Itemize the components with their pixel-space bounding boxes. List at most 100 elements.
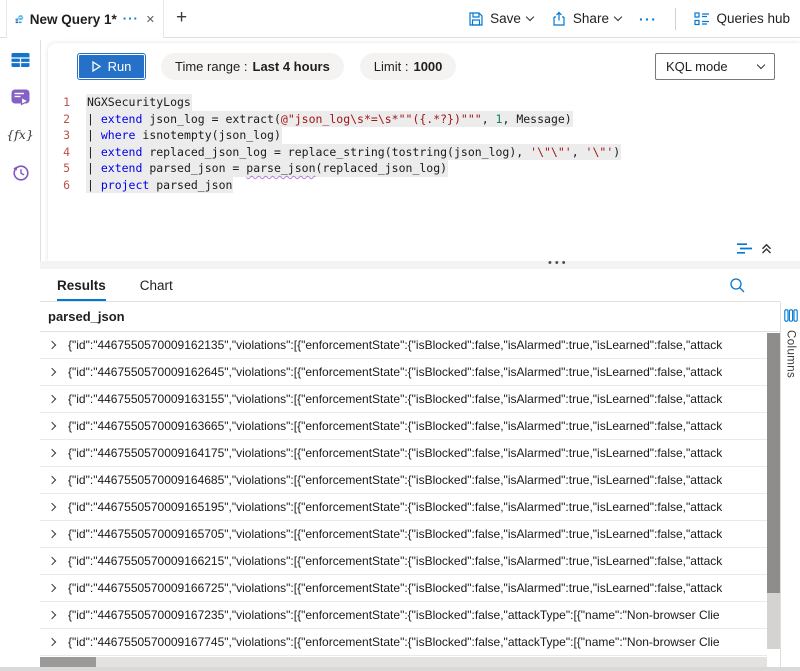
horizontal-scrollbar[interactable] — [40, 657, 767, 667]
tab-title: New Query 1* — [30, 12, 117, 27]
tab-bar: New Query 1* ··· ✕ + Save Share ··· — [0, 0, 800, 38]
horizontal-scrollbar-thumb[interactable] — [40, 657, 96, 667]
pane-splitter[interactable]: ••• — [40, 261, 800, 269]
row-json-text: {"id":"4467550570009165705","violations"… — [68, 527, 767, 541]
table-row[interactable]: {"id":"4467550570009164685","violations"… — [40, 467, 767, 494]
table-row[interactable]: {"id":"4467550570009166215","violations"… — [40, 548, 767, 575]
expand-row-chevron-icon[interactable] — [48, 584, 56, 592]
code-text[interactable]: | where isnotempty(json_log) — [86, 127, 282, 144]
editor-actions — [736, 242, 773, 255]
expand-row-chevron-icon[interactable] — [48, 503, 56, 511]
new-tab-button[interactable]: + — [176, 7, 187, 29]
splitter-grip-icon[interactable]: ••• — [548, 257, 569, 269]
table-row[interactable]: {"id":"4467550570009163665","violations"… — [40, 413, 767, 440]
chevron-down-icon[interactable] — [614, 13, 622, 21]
table-row[interactable]: {"id":"4467550570009162645","violations"… — [40, 359, 767, 386]
chevron-down-icon — [757, 60, 765, 68]
expand-row-chevron-icon[interactable] — [48, 395, 56, 403]
chevron-down-icon[interactable] — [526, 13, 534, 21]
share-button[interactable]: Share — [551, 11, 621, 27]
expand-row-chevron-icon[interactable] — [48, 368, 56, 376]
play-icon — [92, 61, 101, 72]
more-commands-button[interactable]: ··· — [639, 11, 658, 27]
limit-label: Limit : — [374, 59, 409, 74]
row-json-text: {"id":"4467550570009163665","violations"… — [68, 419, 767, 433]
saved-queries-icon[interactable] — [11, 89, 30, 106]
line-number: 3 — [48, 127, 70, 144]
header-divider — [675, 8, 676, 30]
vertical-scrollbar[interactable] — [767, 333, 780, 649]
results-tab-bar: Results Chart — [40, 269, 780, 302]
tab-close-icon[interactable]: ✕ — [146, 13, 155, 26]
code-line[interactable]: 5 | extend parsed_json = parse_json(repla… — [48, 160, 800, 177]
collapse-editor-icon[interactable] — [760, 242, 773, 255]
limit-picker[interactable]: Limit : 1000 — [360, 53, 457, 80]
expand-row-chevron-icon[interactable] — [48, 557, 56, 565]
query-tab[interactable]: New Query 1* ··· ✕ — [6, 0, 164, 38]
row-json-text: {"id":"4467550570009163155","violations"… — [68, 392, 767, 406]
code-line[interactable]: 4 | extend replaced_json_log = replace_st… — [48, 144, 800, 161]
save-button[interactable]: Save — [468, 11, 533, 27]
table-row[interactable]: {"id":"4467550570009163155","violations"… — [40, 386, 767, 413]
expand-row-chevron-icon[interactable] — [48, 422, 56, 430]
expand-row-chevron-icon[interactable] — [48, 530, 56, 538]
expand-row-chevron-icon[interactable] — [48, 638, 56, 646]
code-line[interactable]: 2 | extend json_log = extract(@"json_log\… — [48, 111, 800, 128]
functions-icon[interactable]: {fx} — [6, 127, 34, 142]
row-json-text: {"id":"4467550570009164175","violations"… — [68, 446, 767, 460]
expand-row-chevron-icon[interactable] — [48, 611, 56, 619]
line-number: 6 — [48, 177, 70, 194]
query-history-icon[interactable] — [11, 163, 30, 182]
tables-icon[interactable] — [11, 52, 30, 68]
code-text[interactable]: | extend parsed_json = parse_json(replac… — [86, 160, 448, 177]
table-row[interactable]: {"id":"4467550570009166725","violations"… — [40, 575, 767, 602]
table-row[interactable]: {"id":"4467550570009167235","violations"… — [40, 602, 767, 629]
row-json-text: {"id":"4467550570009165195","violations"… — [68, 500, 767, 514]
queries-hub-icon — [694, 12, 710, 26]
code-text[interactable]: | extend json_log = extract(@"json_log\s… — [86, 111, 573, 128]
code-line[interactable]: 1 NGXSecurityLogs — [48, 94, 800, 111]
expand-row-chevron-icon[interactable] — [48, 449, 56, 457]
line-number: 5 — [48, 160, 70, 177]
row-json-text: {"id":"4467550570009162135","violations"… — [68, 338, 767, 352]
columns-icon — [784, 309, 798, 322]
window-bottom-strip — [0, 667, 800, 671]
time-range-picker[interactable]: Time range : Last 4 hours — [161, 53, 344, 80]
line-number: 4 — [48, 144, 70, 161]
kql-mode-select[interactable]: KQL mode — [655, 53, 775, 80]
query-editor[interactable]: 1 NGXSecurityLogs 2 | extend json_log = ext… — [48, 94, 800, 193]
table-row[interactable]: {"id":"4467550570009167745","violations"… — [40, 629, 767, 656]
search-icon — [729, 277, 746, 294]
share-label: Share — [573, 11, 609, 26]
share-icon — [551, 11, 567, 27]
table-row[interactable]: {"id":"4467550570009165705","violations"… — [40, 521, 767, 548]
search-results-button[interactable] — [729, 277, 746, 294]
line-number: 1 — [48, 94, 70, 111]
table-row[interactable]: {"id":"4467550570009162135","violations"… — [40, 332, 767, 359]
time-range-label: Time range : — [175, 59, 248, 74]
results-main: Results Chart parsed_json {"id":"4467550… — [40, 269, 780, 671]
expand-row-chevron-icon[interactable] — [48, 341, 56, 349]
code-text[interactable]: | project parsed_json — [86, 177, 233, 194]
limit-value: 1000 — [413, 59, 442, 74]
code-text[interactable]: NGXSecurityLogs — [86, 94, 192, 111]
table-row[interactable]: {"id":"4467550570009165195","violations"… — [40, 494, 767, 521]
tab-results[interactable]: Results — [57, 269, 106, 301]
columns-panel-label: Columns — [785, 330, 797, 378]
column-header-parsed-json[interactable]: parsed_json — [40, 302, 780, 332]
queries-hub-button[interactable]: Queries hub — [694, 11, 790, 26]
code-text[interactable]: | extend replaced_json_log = replace_str… — [86, 144, 621, 161]
format-lines-icon[interactable] — [736, 242, 753, 255]
code-line[interactable]: 3 | where isnotempty(json_log) — [48, 127, 800, 144]
tab-chart[interactable]: Chart — [140, 269, 173, 301]
vertical-scrollbar-thumb[interactable] — [767, 333, 780, 593]
line-number: 2 — [48, 111, 70, 128]
expand-row-chevron-icon[interactable] — [48, 476, 56, 484]
table-row[interactable]: {"id":"4467550570009164175","violations"… — [40, 440, 767, 467]
code-line[interactable]: 6 | project parsed_json — [48, 177, 800, 194]
tab-more-button[interactable]: ··· — [123, 15, 139, 23]
columns-panel-toggle[interactable]: Columns — [780, 302, 800, 671]
queries-hub-label: Queries hub — [716, 11, 790, 26]
run-button[interactable]: Run — [78, 54, 145, 79]
row-json-text: {"id":"4467550570009162645","violations"… — [68, 365, 767, 379]
